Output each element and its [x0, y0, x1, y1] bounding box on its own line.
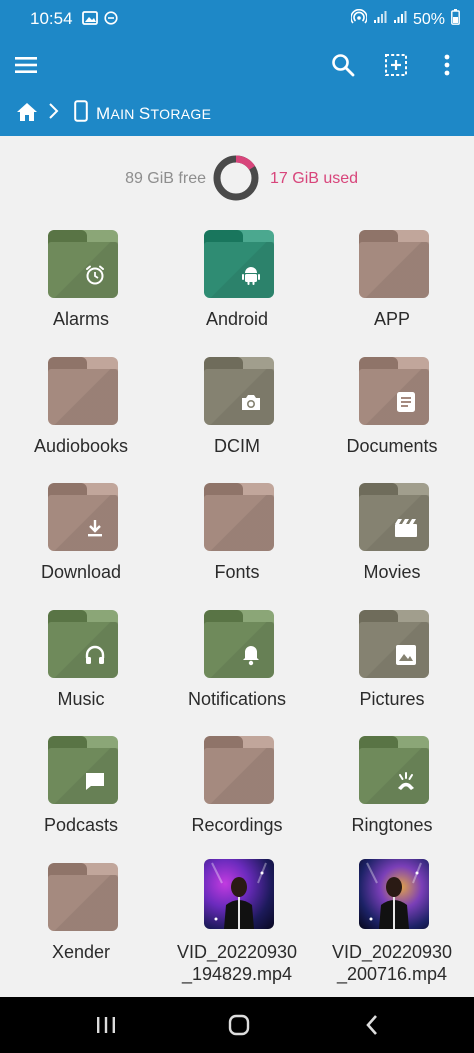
folder-recordings[interactable]: Recordings: [159, 732, 315, 852]
item-label: Movies: [363, 562, 421, 582]
folder-icon: [48, 609, 118, 678]
video-file-vid-20220930-200716-mp4[interactable]: VID_20220930 _200716.mp4: [314, 858, 470, 984]
folder-icon: [359, 736, 429, 804]
storage-summary[interactable]: 89 GiB free 17 GiB used: [0, 150, 474, 206]
folder-notifications[interactable]: Notifications: [159, 606, 315, 726]
folder-icon: [359, 230, 429, 298]
folder-icon: [48, 356, 118, 425]
home-icon[interactable]: [16, 102, 40, 124]
chevron-right-icon: [48, 102, 64, 124]
hotspot-icon: [350, 8, 368, 30]
signal-icon-2: [393, 10, 407, 29]
item-label: APP: [373, 309, 411, 329]
android-icon: [238, 262, 264, 288]
folder-audiobooks[interactable]: Audiobooks: [3, 353, 159, 473]
menu-icon[interactable]: [11, 50, 41, 80]
folder-icon: [204, 356, 274, 425]
item-label: Download: [40, 562, 122, 582]
folder-android[interactable]: Android: [159, 226, 315, 346]
item-label: Android: [205, 309, 269, 329]
item-label: Podcasts: [43, 815, 119, 835]
storage-free: 89 GiB free: [125, 170, 206, 187]
item-label: VID_20220930 _194829.mp4: [176, 941, 298, 984]
headphones-icon: [82, 642, 108, 668]
item-label: Alarms: [52, 309, 109, 329]
bell-icon: [238, 642, 264, 668]
video-thumbnail: [359, 858, 429, 929]
folder-fonts[interactable]: Fonts: [159, 479, 315, 599]
status-time: 10:54: [30, 9, 73, 28]
item-label: DCIM: [214, 435, 260, 456]
folder-download[interactable]: Download: [3, 479, 159, 599]
folder-dcim[interactable]: DCIM: [159, 353, 315, 473]
clapperboard-icon: [393, 515, 419, 541]
battery-percent: 50%: [412, 10, 445, 28]
document-icon: [393, 389, 419, 415]
folder-xender[interactable]: Xender: [3, 859, 159, 979]
phone-icon: [74, 100, 88, 127]
alarm-icon: [82, 262, 108, 288]
chat-icon: [82, 768, 108, 794]
item-label: Recordings: [191, 815, 283, 835]
storage-used: 17 GiB used: [270, 170, 359, 187]
recents-icon[interactable]: [89, 1011, 123, 1039]
folder-icon: [48, 736, 118, 804]
toolbar: [0, 40, 474, 90]
more-vert-icon[interactable]: [432, 50, 462, 80]
folder-icon: [204, 230, 274, 298]
item-label: Fonts: [214, 562, 260, 582]
gallery-icon: [82, 11, 98, 30]
item-label: Music: [57, 688, 105, 709]
folder-icon: [204, 609, 274, 678]
folder-ringtones[interactable]: Ringtones: [314, 732, 470, 852]
folder-icon: [359, 483, 429, 551]
dnd-icon: [104, 11, 118, 30]
folder-alarms[interactable]: Alarms: [3, 226, 159, 346]
breadcrumb-label: MAIN STORAGE: [96, 103, 212, 123]
video-thumbnail: [204, 858, 274, 929]
folder-icon: [204, 736, 274, 804]
select-add-icon[interactable]: [381, 50, 411, 80]
folder-pictures[interactable]: Pictures: [314, 606, 470, 726]
search-icon[interactable]: [328, 50, 358, 80]
ringtone-icon: [393, 768, 419, 794]
storage-ring: [213, 155, 259, 201]
item-label: Audiobooks: [33, 435, 129, 456]
item-label: Documents: [346, 435, 438, 456]
back-icon[interactable]: [355, 1011, 389, 1039]
folder-music[interactable]: Music: [3, 606, 159, 726]
item-label: Notifications: [187, 688, 287, 709]
folder-icon: [359, 356, 429, 425]
item-label: VID_20220930 _200716.mp4: [331, 941, 453, 984]
folder-icon: [48, 862, 118, 931]
camera-icon: [238, 389, 264, 415]
folder-icon: [204, 483, 274, 551]
video-file-vid-20220930-194829-mp4[interactable]: VID_20220930 _194829.mp4: [159, 858, 315, 984]
battery-icon: [451, 9, 460, 30]
folder-app[interactable]: APP: [314, 226, 470, 346]
item-label: Xender: [51, 941, 111, 962]
breadcrumb: MAIN STORAGE: [0, 90, 474, 136]
item-label: Ringtones: [351, 815, 433, 835]
download-icon: [82, 515, 108, 541]
image-icon: [393, 642, 419, 668]
folder-icon: [359, 609, 429, 678]
folder-podcasts[interactable]: Podcasts: [3, 732, 159, 852]
breadcrumb-main-storage[interactable]: MAIN STORAGE: [74, 100, 211, 127]
folder-documents[interactable]: Documents: [314, 353, 470, 473]
item-label: Pictures: [359, 688, 425, 709]
folder-movies[interactable]: Movies: [314, 479, 470, 599]
status-bar: 10:54 50%: [0, 0, 474, 40]
folder-icon: [48, 230, 118, 298]
folder-icon: [48, 483, 118, 551]
signal-icon: [373, 10, 387, 29]
home-circle-icon[interactable]: [222, 1011, 256, 1039]
navigation-bar: [0, 997, 474, 1053]
